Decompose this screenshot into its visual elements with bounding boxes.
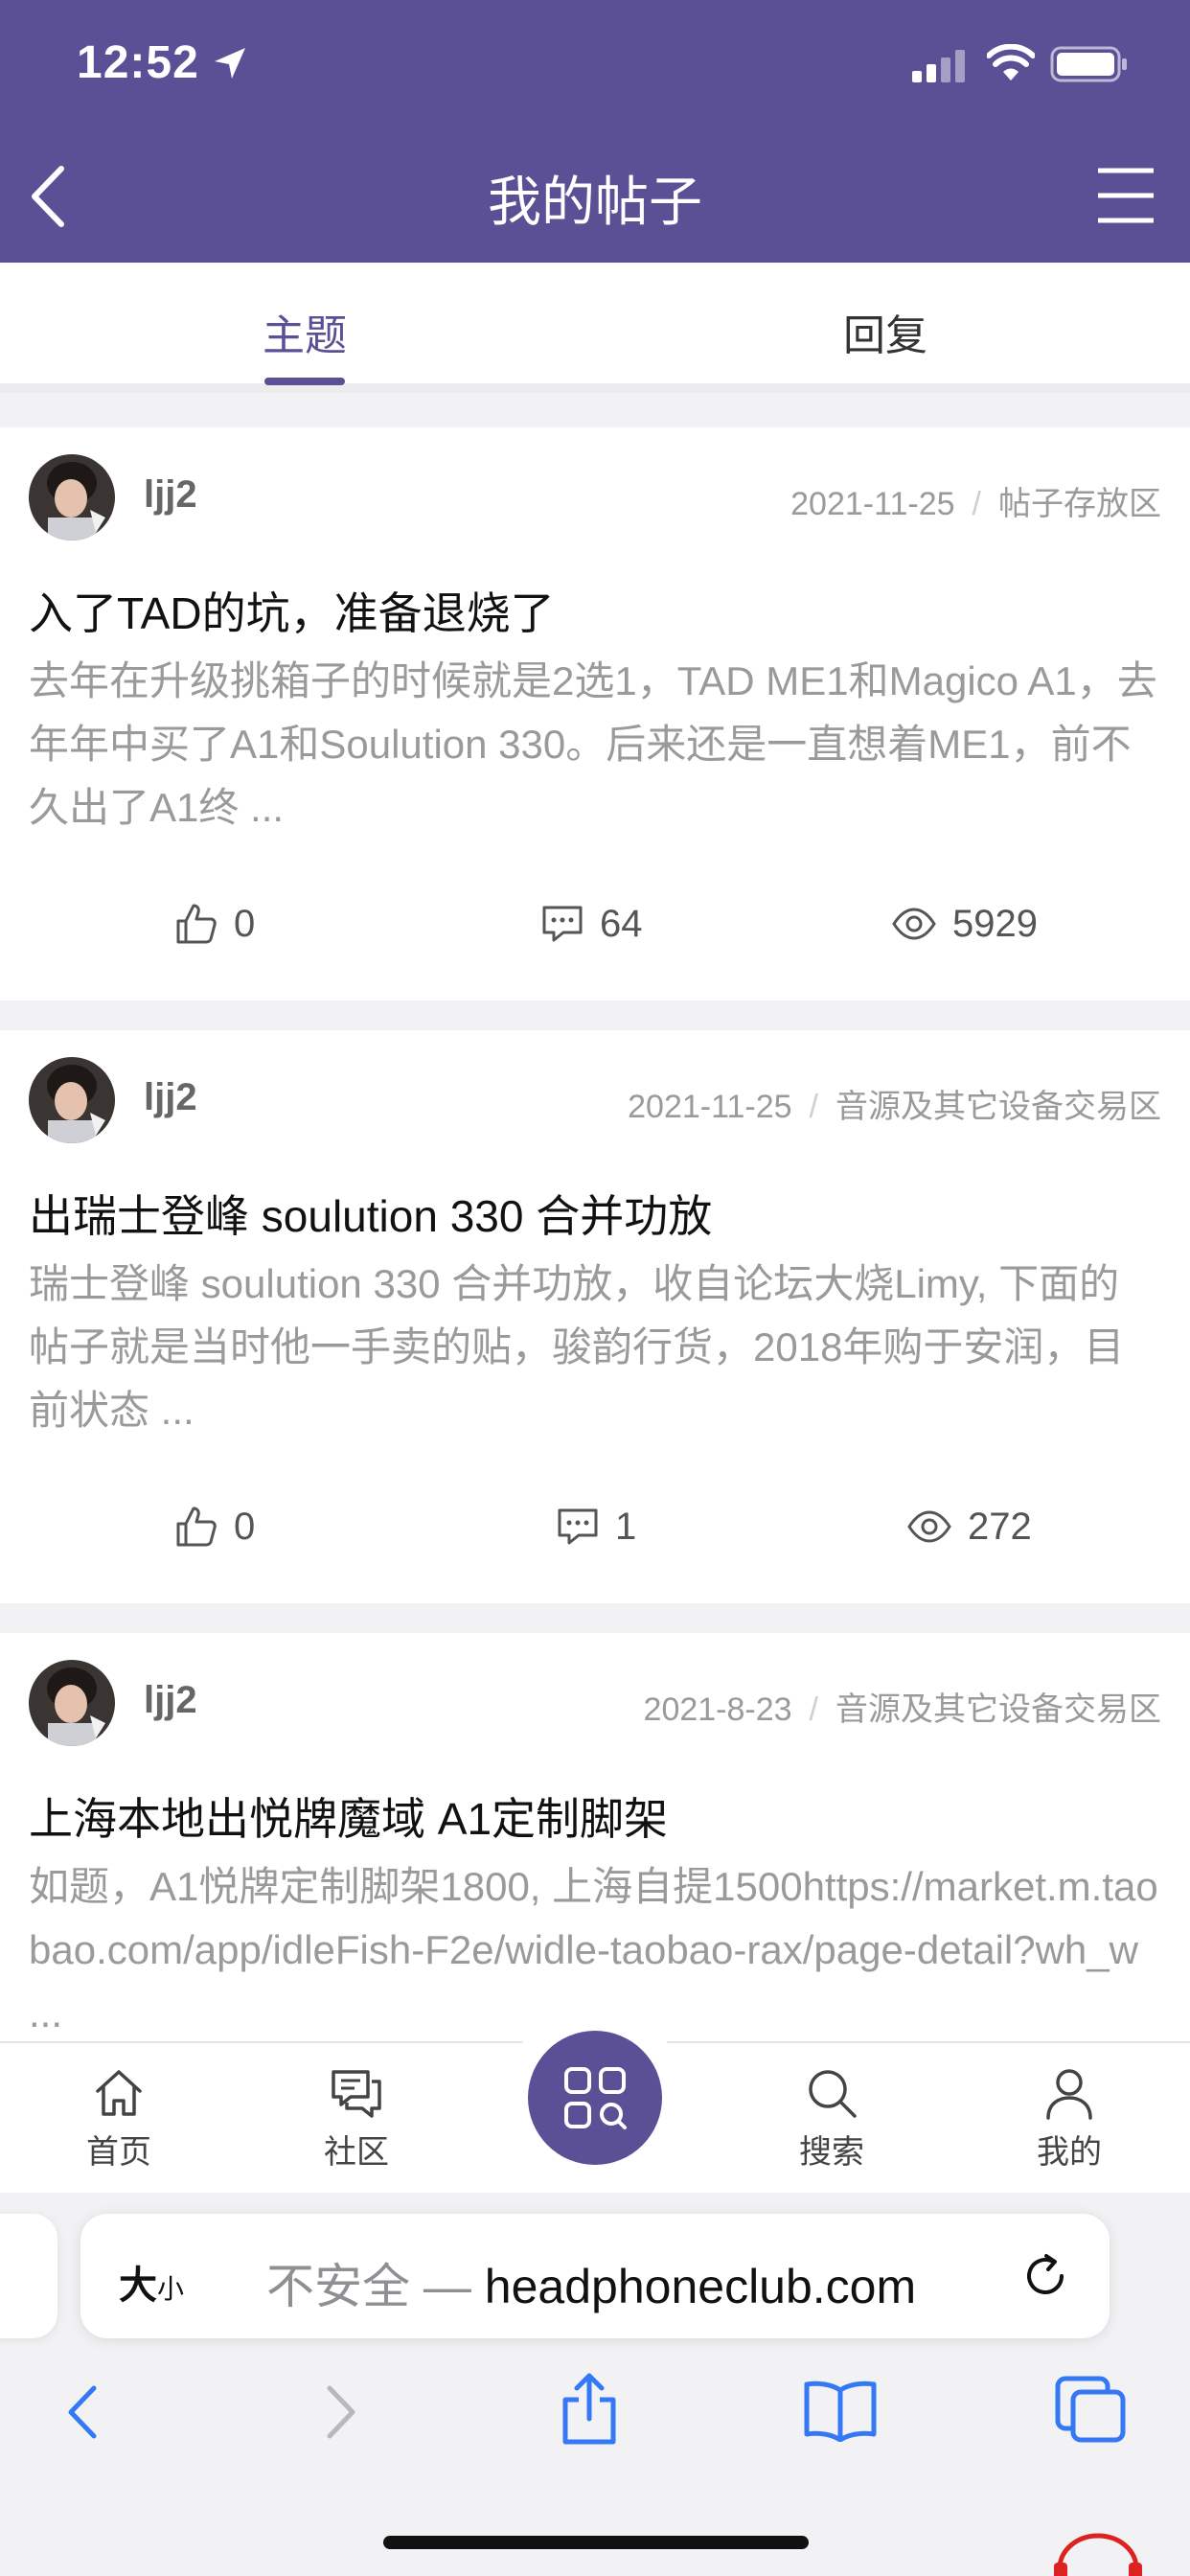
view-count: 5929: [952, 902, 1038, 945]
view-stat: 272: [906, 1500, 1032, 1553]
tab-community[interactable]: 社区: [289, 2066, 423, 2173]
post-meta: 2021-11-25 / 音源及其它设备交易区: [628, 1080, 1161, 1127]
insecure-label: 不安全 —: [266, 2260, 485, 2313]
view-count: 272: [968, 1505, 1032, 1548]
user-icon: [1046, 2069, 1092, 2120]
post-author[interactable]: ljj2: [144, 1076, 197, 1119]
post-date: 2021-11-25: [790, 486, 955, 522]
status-bar: 12:52: [0, 0, 1190, 126]
like-count: 0: [234, 902, 256, 945]
top-header: 12:52 我的帖子: [0, 0, 1190, 263]
reload-icon[interactable]: [1019, 2250, 1071, 2302]
like-stat[interactable]: 0: [174, 1500, 255, 1553]
post-meta: 2021-11-25 / 帖子存放区: [790, 477, 1161, 524]
center-action-button[interactable]: [528, 2031, 662, 2165]
post-card[interactable]: ljj2 2021-11-25 / 帖子存放区 入了TAD的坑，准备退烧了 去年在升…: [0, 427, 1190, 1000]
battery-icon: [1050, 46, 1127, 82]
headphone-logo-icon: [1054, 2533, 1142, 2576]
tab-label: 搜索: [799, 2134, 864, 2171]
comment-icon: [558, 1508, 598, 1545]
tab-topics[interactable]: 主题: [263, 301, 347, 362]
share-icon[interactable]: [558, 2371, 621, 2448]
cellular-signal-icon: [912, 50, 965, 82]
tab-search[interactable]: 搜索: [765, 2066, 899, 2173]
like-count: 0: [234, 1505, 256, 1548]
thumbs-up-icon: [176, 904, 217, 944]
post-excerpt[interactable]: 瑞士登峰 soulution 330 合并功放，收自论坛大烧Limy, 下面的帖…: [29, 1253, 1159, 1442]
tab-label: 社区: [324, 2134, 389, 2171]
post-author[interactable]: ljj2: [144, 473, 197, 517]
comment-count: 64: [600, 902, 643, 945]
forward-arrow-icon[interactable]: [316, 2380, 364, 2444]
comment-stat[interactable]: 1: [556, 1500, 636, 1553]
text-size-small: 小: [157, 2274, 185, 2304]
tab-label: 我的: [1037, 2134, 1102, 2171]
avatar[interactable]: [29, 1660, 115, 1746]
comment-stat[interactable]: 64: [540, 897, 643, 951]
post-card[interactable]: ljj2 2021-8-23 / 音源及其它设备交易区 上海本地出悦牌魔域 A1定制…: [0, 1633, 1190, 2041]
eye-icon: [907, 1510, 951, 1543]
post-date: 2021-8-23: [643, 1691, 792, 1728]
url-text[interactable]: 不安全 — headphoneclub.com: [266, 2248, 916, 2317]
like-stat[interactable]: 0: [174, 897, 255, 951]
browser-chrome: 大小 不安全 — headphoneclub.com: [0, 2193, 1190, 2576]
address-bar[interactable]: 大小 不安全 — headphoneclub.com: [80, 2214, 1110, 2338]
home-icon: [96, 2070, 142, 2116]
bookmarks-icon[interactable]: [803, 2379, 878, 2442]
tab-mine[interactable]: 我的: [1002, 2066, 1136, 2173]
back-arrow-icon[interactable]: [59, 2380, 107, 2444]
chat-icon: [332, 2070, 381, 2118]
tab-label: 首页: [86, 2134, 151, 2171]
segment-tabs: 主题 回复: [0, 263, 1190, 393]
meta-separator: /: [809, 1089, 818, 1125]
location-arrow-icon: [215, 48, 245, 79]
status-time: 12:52: [77, 37, 199, 88]
text-size-button[interactable]: 大小: [119, 2254, 184, 2310]
avatar[interactable]: [29, 1057, 115, 1143]
post-meta: 2021-8-23 / 音源及其它设备交易区: [644, 1683, 1161, 1730]
post-title[interactable]: 上海本地出悦牌魔域 A1定制脚架: [29, 1784, 668, 1848]
comment-count: 1: [615, 1505, 637, 1548]
meta-separator: /: [972, 486, 981, 522]
tab-replies[interactable]: 回复: [843, 301, 927, 362]
post-card[interactable]: ljj2 2021-11-25 / 音源及其它设备交易区 出瑞士登峰 souluti…: [0, 1030, 1190, 1603]
eye-icon: [892, 908, 936, 940]
view-stat: 5929: [891, 897, 1038, 951]
avatar[interactable]: [29, 454, 115, 540]
scan-grid-icon: [564, 2067, 627, 2129]
comment-icon: [542, 906, 583, 942]
post-title[interactable]: 入了TAD的坑，准备退烧了: [29, 579, 555, 642]
tabs-icon[interactable]: [1054, 2375, 1127, 2444]
home-indicator: [383, 2536, 809, 2549]
post-forum[interactable]: 帖子存放区: [998, 486, 1161, 522]
page-title: 我的帖子: [488, 172, 702, 232]
text-size-large: 大: [119, 2265, 157, 2307]
wifi-icon: [987, 44, 1035, 80]
active-tab-indicator: [264, 378, 345, 385]
menu-icon[interactable]: [1092, 165, 1159, 226]
post-date: 2021-11-25: [628, 1089, 792, 1125]
post-forum[interactable]: 音源及其它设备交易区: [835, 1691, 1161, 1728]
search-icon: [809, 2070, 857, 2118]
post-title[interactable]: 出瑞士登峰 soulution 330 合并功放: [29, 1182, 712, 1245]
domain-text: headphoneclub.com: [484, 2260, 917, 2313]
post-excerpt[interactable]: 去年在升级挑箱子的时候就是2选1，TAD ME1和Magico A1，去年年中买…: [29, 650, 1159, 840]
previous-tab-card[interactable]: [0, 2214, 57, 2338]
thumbs-up-icon: [176, 1506, 217, 1547]
tab-home[interactable]: 首页: [52, 2066, 186, 2173]
post-author[interactable]: ljj2: [144, 1679, 197, 1722]
meta-separator: /: [809, 1691, 818, 1728]
post-forum[interactable]: 音源及其它设备交易区: [835, 1089, 1161, 1125]
